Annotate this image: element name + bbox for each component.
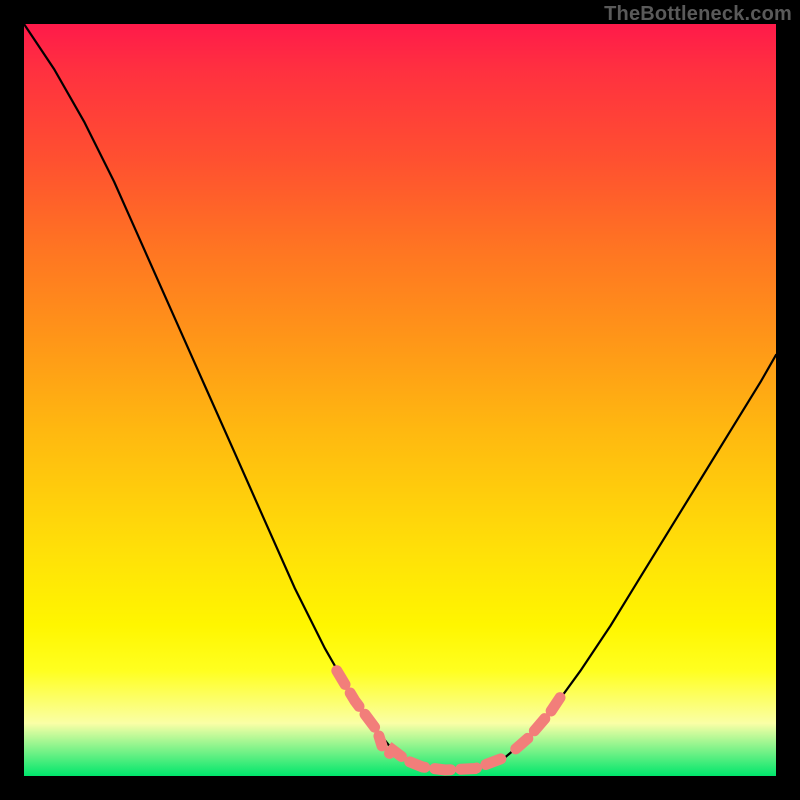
curve-layer [24, 24, 776, 776]
pink-dash-group [337, 671, 564, 770]
plot-area [24, 24, 776, 776]
bottleneck-curve [24, 24, 776, 770]
pink-dash-segment [390, 750, 506, 770]
watermark-text: TheBottleneck.com [604, 3, 792, 26]
chart-container: TheBottleneck.com [0, 0, 800, 800]
pink-dash-segment [337, 671, 382, 746]
pink-dash-segment [516, 692, 564, 749]
